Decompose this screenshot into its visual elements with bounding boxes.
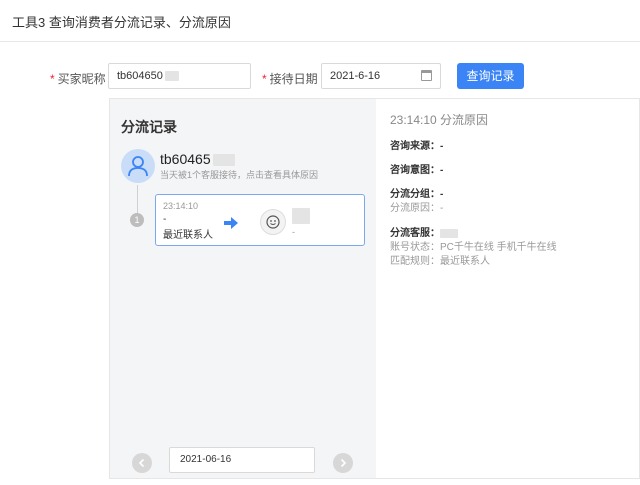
detail-agent: 分流客服： xyxy=(390,224,458,239)
detail-intent: 咨询意图：- xyxy=(390,165,444,176)
redacted-blur xyxy=(440,228,458,238)
card-reason: 最近联系人 xyxy=(163,230,213,241)
query-button[interactable]: 查询记录 xyxy=(457,63,524,89)
detail-account-status: 账号状态：PC千牛在线 手机千牛在线 xyxy=(390,242,557,253)
next-day-button[interactable] xyxy=(333,453,353,473)
required-mark: * xyxy=(50,72,55,86)
chevron-right-icon xyxy=(340,458,347,468)
buyer-input-value: tb604650 xyxy=(117,70,163,82)
detail-match-rule: 匹配规则：最近联系人 xyxy=(390,256,490,267)
agent-avatar xyxy=(260,209,286,235)
reason-detail-panel: 23:14:10 分流原因 咨询来源：- 咨询意图：- 分流分组：- 分流原因：… xyxy=(376,98,640,479)
detail-reason: 分流原因：- xyxy=(390,203,444,214)
avatar xyxy=(121,149,155,183)
user-subtitle: 当天被1个客服接待，点击查看具体原因 xyxy=(160,170,319,180)
required-mark: * xyxy=(262,72,267,86)
redacted-blur xyxy=(292,208,310,224)
date-input[interactable]: 2021-6-16 xyxy=(321,63,441,89)
smile-face-icon xyxy=(266,215,280,229)
detail-group: 分流分组：- xyxy=(390,189,444,200)
page-title: 工具3 查询消费者分流记录、分流原因 xyxy=(12,15,231,30)
redacted-blur xyxy=(212,154,235,167)
card-source: - xyxy=(163,214,167,225)
timeline-index: 1 xyxy=(130,213,144,227)
record-list-panel: 分流记录 tb60465 当天被1个客服接待，点击查看具体原因 1 23:14:… xyxy=(109,98,377,479)
user-name[interactable]: tb60465 xyxy=(160,151,235,167)
card-agent-status: - xyxy=(292,227,295,237)
date-input-value: 2021-6-16 xyxy=(330,70,381,82)
user-icon xyxy=(128,156,148,177)
arrow-right-icon xyxy=(224,217,238,229)
record-card[interactable]: 23:14:10 - 最近联系人 - xyxy=(155,194,365,246)
calendar-icon[interactable] xyxy=(421,70,432,81)
buyer-input[interactable]: tb604650 xyxy=(108,63,251,89)
detail-header: 23:14:10 分流原因 xyxy=(390,113,489,127)
date-label: * 接待日期 xyxy=(262,72,318,86)
pager-date[interactable]: 2021-06-16 xyxy=(169,447,315,473)
detail-source: 咨询来源：- xyxy=(390,141,444,152)
panel-title: 分流记录 xyxy=(121,119,177,135)
chevron-left-icon xyxy=(138,458,145,468)
card-time: 23:14:10 xyxy=(163,201,199,211)
redacted-blur xyxy=(164,71,179,82)
title-bar: 工具3 查询消费者分流记录、分流原因 xyxy=(0,0,640,42)
buyer-label: * 买家昵称 xyxy=(50,72,106,86)
prev-day-button[interactable] xyxy=(132,453,152,473)
